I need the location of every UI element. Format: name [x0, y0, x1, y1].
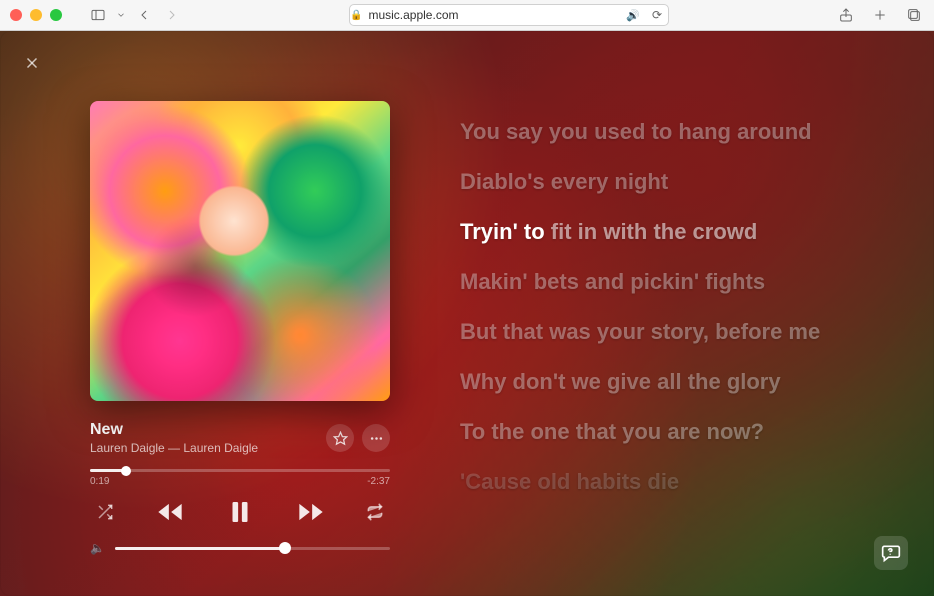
more-button[interactable]: [362, 424, 390, 452]
player-panel: New Lauren Daigle — Lauren Daigle 0:19 -…: [90, 101, 390, 555]
browser-toolbar: 🔒 music.apple.com 🔊 ⟳: [0, 0, 934, 31]
lyric-line[interactable]: 'Cause old habits die: [460, 469, 854, 495]
lyrics-toggle-button[interactable]: [874, 536, 908, 570]
lyric-line[interactable]: Diablo's every night: [460, 169, 854, 195]
minimize-window-button[interactable]: [30, 9, 42, 21]
previous-button[interactable]: [156, 498, 184, 526]
repeat-button[interactable]: [366, 503, 384, 521]
back-button[interactable]: [134, 7, 154, 23]
favorite-button[interactable]: [326, 424, 354, 452]
lock-icon: 🔒: [350, 10, 362, 21]
forward-button[interactable]: [162, 7, 182, 23]
track-titles: New Lauren Daigle — Lauren Daigle: [90, 421, 258, 455]
lyric-line[interactable]: You say you used to hang around: [460, 119, 854, 145]
album-artwork[interactable]: [90, 101, 390, 401]
close-fullscreen-button[interactable]: [18, 49, 46, 77]
chevron-down-icon[interactable]: [116, 7, 126, 23]
now-playing-fullscreen: New Lauren Daigle — Lauren Daigle 0:19 -…: [0, 31, 934, 596]
playback-progress-slider[interactable]: [90, 469, 390, 472]
address-bar[interactable]: 🔒 music.apple.com 🔊 ⟳: [349, 4, 669, 26]
lyric-line[interactable]: But that was your story, before me: [460, 319, 854, 345]
time-remaining: -2:37: [367, 476, 390, 487]
reload-icon[interactable]: ⟳: [652, 8, 662, 22]
track-subtitle: Lauren Daigle — Lauren Daigle: [90, 441, 258, 455]
share-icon[interactable]: [836, 7, 856, 23]
track-title: New: [90, 421, 258, 439]
volume-slider[interactable]: [115, 547, 390, 550]
window-controls: [10, 9, 62, 21]
time-elapsed: 0:19: [90, 476, 109, 487]
shuffle-button[interactable]: [96, 503, 114, 521]
sidebar-icon[interactable]: [88, 7, 108, 23]
lyrics-panel: You say you used to hang around Diablo's…: [460, 119, 854, 495]
lyric-line[interactable]: Makin' bets and pickin' fights: [460, 269, 854, 295]
new-tab-icon[interactable]: [870, 7, 890, 23]
next-button[interactable]: [297, 498, 325, 526]
tabs-icon[interactable]: [904, 7, 924, 23]
audio-playing-icon[interactable]: 🔊: [626, 9, 640, 22]
lyric-line[interactable]: Why don't we give all the glory: [460, 369, 854, 395]
url-text: music.apple.com: [368, 8, 458, 22]
lyric-line-current[interactable]: Tryin' to fit in with the crowd: [460, 219, 854, 245]
pause-button[interactable]: [225, 497, 255, 527]
maximize-window-button[interactable]: [50, 9, 62, 21]
lyric-line[interactable]: To the one that you are now?: [460, 419, 854, 445]
close-window-button[interactable]: [10, 9, 22, 21]
volume-icon: 🔈: [90, 541, 105, 555]
